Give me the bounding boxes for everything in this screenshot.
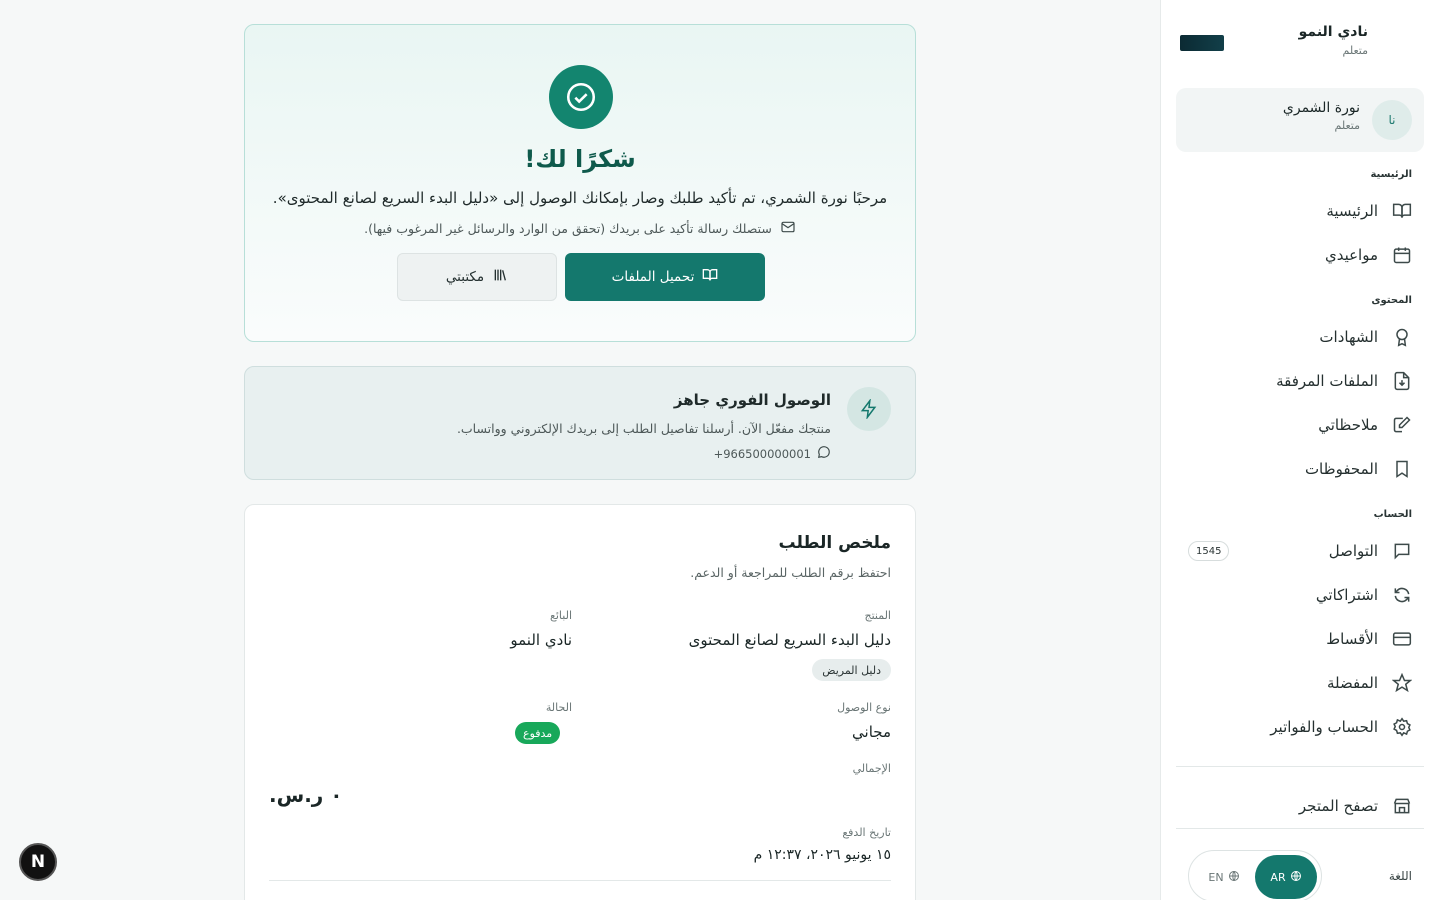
check-circle-icon: [549, 65, 613, 129]
sidebar-item-label: الأقساط: [1326, 630, 1378, 648]
brand-name: نادي النمو: [1298, 24, 1368, 40]
refresh-icon: [1392, 585, 1412, 605]
chat-icon: [817, 445, 831, 462]
sidebar-item-account-billing[interactable]: الحساب والفواتير: [1176, 707, 1424, 747]
sidebar-item-notes[interactable]: ملاحظاتي: [1176, 405, 1424, 445]
mail-icon: [780, 219, 796, 238]
award-icon: [1392, 327, 1412, 347]
payment-date-label: تاريخ الدفع: [842, 826, 891, 839]
seller-value: نادي النمو: [510, 631, 572, 649]
sidebar-item-appointments[interactable]: مواعيدي: [1176, 235, 1424, 275]
browse-store-link[interactable]: تصفح المتجر: [1176, 786, 1424, 826]
language-ar-label: AR: [1270, 870, 1286, 884]
sidebar-item-label: الشهادات: [1319, 328, 1378, 346]
sidebar-item-label: الحساب والفواتير: [1270, 718, 1378, 736]
sidebar-divider: [1176, 828, 1424, 829]
product-value: دليل البدء السريع لصانع المحتوى: [688, 631, 891, 649]
bookmark-icon: [1392, 459, 1412, 479]
my-library-label: مكتبتي: [445, 269, 485, 285]
sidebar-item-certificates[interactable]: الشهادات: [1176, 317, 1424, 357]
nav-section-home: الرئيسية: [1370, 169, 1412, 180]
summary-subtitle: احتفظ برقم الطلب للمراجعة أو الدعم.: [690, 565, 891, 580]
sidebar-item-attachments[interactable]: الملفات المرفقة: [1176, 361, 1424, 401]
sidebar-item-label: المفضلة: [1326, 674, 1378, 692]
language-label: اللغة: [1388, 869, 1412, 883]
sidebar-item-label: ملاحظاتي: [1318, 416, 1378, 434]
email-note-text: ستصلك رسالة تأكيد على بريدك (تحقق من الو…: [364, 221, 772, 236]
download-files-label: تحميل الملفات: [611, 269, 695, 285]
sidebar-item-installments[interactable]: الأقساط: [1176, 619, 1424, 659]
sidebar-item-label: اشتراكاتي: [1315, 586, 1378, 604]
edit-note-icon: [1392, 415, 1412, 435]
brand[interactable]: نادي النمو متعلم: [1176, 22, 1424, 62]
sidebar-item-label: التواصل: [1328, 542, 1378, 560]
language-ar-option[interactable]: AR: [1255, 855, 1317, 899]
store-icon: [1392, 796, 1412, 816]
status-label: الحالة: [545, 701, 572, 714]
sidebar-item-messages[interactable]: التواصل 1545: [1176, 531, 1424, 571]
brand-logo: [1180, 35, 1224, 51]
product-label: المنتج: [864, 609, 891, 622]
user-name: نورة الشمري: [1282, 100, 1360, 116]
whatsapp-phone: +966500000001: [714, 445, 831, 462]
payment-date-value: ١٥ يونيو ٢٠٢٦، ١٢:٣٧ م: [753, 847, 891, 863]
credit-card-icon: [1392, 629, 1412, 649]
status-badge: مدفوع: [515, 722, 561, 744]
thank-you-card: شكرًا لك! مرحبًا نورة الشمري، تم تأكيد ط…: [244, 24, 916, 342]
user-role: متعلم: [1334, 119, 1360, 132]
sidebar-item-favorites[interactable]: المفضلة: [1176, 663, 1424, 703]
sidebar-item-home[interactable]: الرئيسية: [1176, 191, 1424, 231]
file-download-icon: [1392, 371, 1412, 391]
sidebar-divider: [1176, 766, 1424, 767]
sidebar-item-label: الرئيسية: [1326, 202, 1378, 220]
total-value: ٠ ر.س.: [269, 783, 343, 807]
lightning-icon: [847, 387, 891, 431]
instant-access-card: الوصول الفوري جاهز منتجك مفعّل الآن. أرس…: [244, 366, 916, 480]
language-en-option[interactable]: EN: [1193, 855, 1255, 899]
sidebar: نادي النمو متعلم نا نورة الشمري متعلم ال…: [1160, 0, 1440, 900]
language-en-label: EN: [1208, 870, 1224, 884]
browse-store-label: تصفح المتجر: [1298, 797, 1378, 815]
calendar-icon: [1392, 245, 1412, 265]
language-toggle[interactable]: AR EN: [1188, 850, 1322, 900]
sidebar-item-label: الملفات المرفقة: [1276, 372, 1378, 390]
brand-role: متعلم: [1342, 44, 1368, 57]
access-description: منتجك مفعّل الآن. أرسلنا تفاصيل الطلب إل…: [456, 421, 831, 436]
dev-tools-button[interactable]: N: [19, 843, 57, 881]
sidebar-item-label: مواعيدي: [1324, 246, 1378, 264]
phone-number: +966500000001: [713, 446, 811, 461]
access-type-value: مجاني: [852, 723, 891, 741]
access-type-label: نوع الوصول: [837, 701, 891, 714]
email-note: ستصلك رسالة تأكيد على بريدك (تحقق من الو…: [245, 219, 915, 238]
access-title: الوصول الفوري جاهز: [673, 391, 831, 409]
summary-title: ملخص الطلب: [778, 533, 891, 553]
book-open-icon: [1392, 201, 1412, 221]
sidebar-item-saved[interactable]: المحفوظات: [1176, 449, 1424, 489]
summary-divider: [269, 880, 891, 881]
avatar: نا: [1372, 100, 1412, 140]
total-label: الإجمالي: [852, 762, 891, 775]
globe-icon: [1290, 870, 1302, 885]
globe-icon: [1228, 870, 1240, 885]
product-tag: دليل المريض: [812, 659, 891, 681]
library-icon: [492, 267, 508, 287]
sidebar-item-label: المحفوظات: [1304, 460, 1378, 478]
sidebar-item-subscriptions[interactable]: اشتراكاتي: [1176, 575, 1424, 615]
seller-label: البائع: [550, 609, 572, 622]
confirmation-message: مرحبًا نورة الشمري، تم تأكيد طلبك وصار ب…: [272, 189, 888, 207]
settings-icon: [1392, 717, 1412, 737]
nav-section-content: المحتوى: [1371, 295, 1412, 306]
book-open-icon: [702, 267, 718, 287]
thank-you-title: شكرًا لك!: [524, 145, 636, 173]
star-icon: [1392, 673, 1412, 693]
order-summary-card: ملخص الطلب احتفظ برقم الطلب للمراجعة أو …: [244, 504, 916, 900]
download-files-button[interactable]: تحميل الملفات: [565, 253, 765, 301]
nav-section-account: الحساب: [1373, 509, 1412, 520]
message-icon: [1392, 541, 1412, 561]
my-library-button[interactable]: مكتبتي: [397, 253, 557, 301]
messages-count-badge: 1545: [1188, 541, 1230, 561]
user-card[interactable]: نا نورة الشمري متعلم: [1176, 88, 1424, 152]
